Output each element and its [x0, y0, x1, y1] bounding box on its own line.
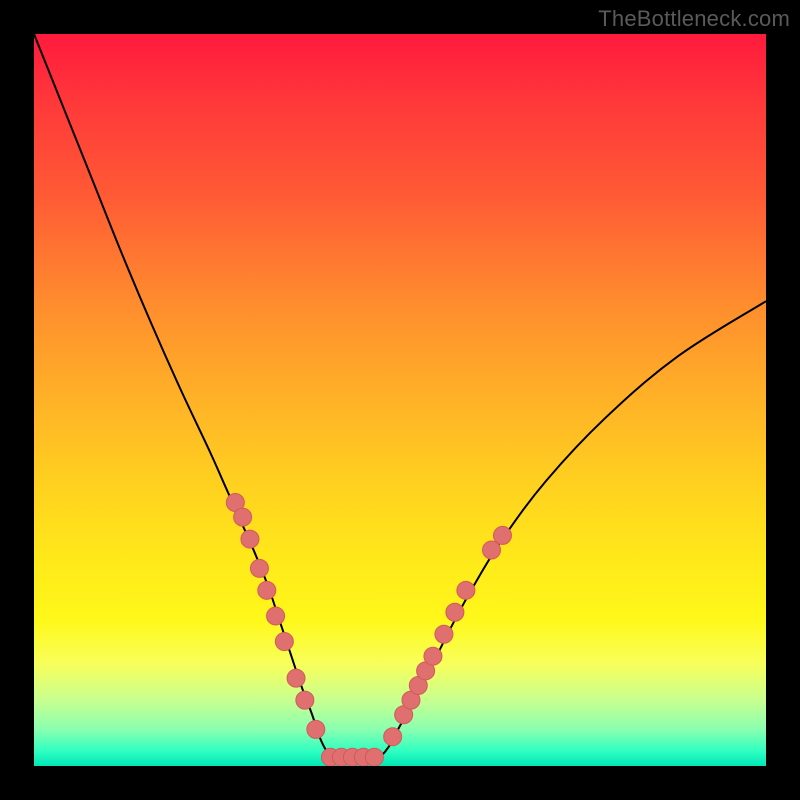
chart-frame: TheBottleneck.com: [0, 0, 800, 800]
marker-dot: [241, 530, 259, 548]
marker-dot: [435, 625, 453, 643]
marker-dot: [267, 607, 285, 625]
marker-dot: [483, 541, 501, 559]
watermark-text: TheBottleneck.com: [598, 6, 790, 32]
marker-dot: [287, 669, 305, 687]
marker-dot: [493, 526, 511, 544]
chart-plot-area: [34, 34, 766, 766]
marker-dot: [384, 728, 402, 746]
marker-dot: [275, 633, 293, 651]
marker-dot: [258, 581, 276, 599]
marker-dot: [446, 603, 464, 621]
marker-dot: [424, 647, 442, 665]
marker-dot: [365, 748, 383, 766]
marker-dot: [296, 691, 314, 709]
marker-dot: [457, 581, 475, 599]
curve-right: [378, 301, 766, 759]
marker-dot: [250, 559, 268, 577]
marker-dot: [234, 508, 252, 526]
chart-svg: [34, 34, 766, 766]
curve-markers: [226, 493, 511, 766]
curve-left: [34, 34, 334, 759]
marker-dot: [307, 720, 325, 738]
